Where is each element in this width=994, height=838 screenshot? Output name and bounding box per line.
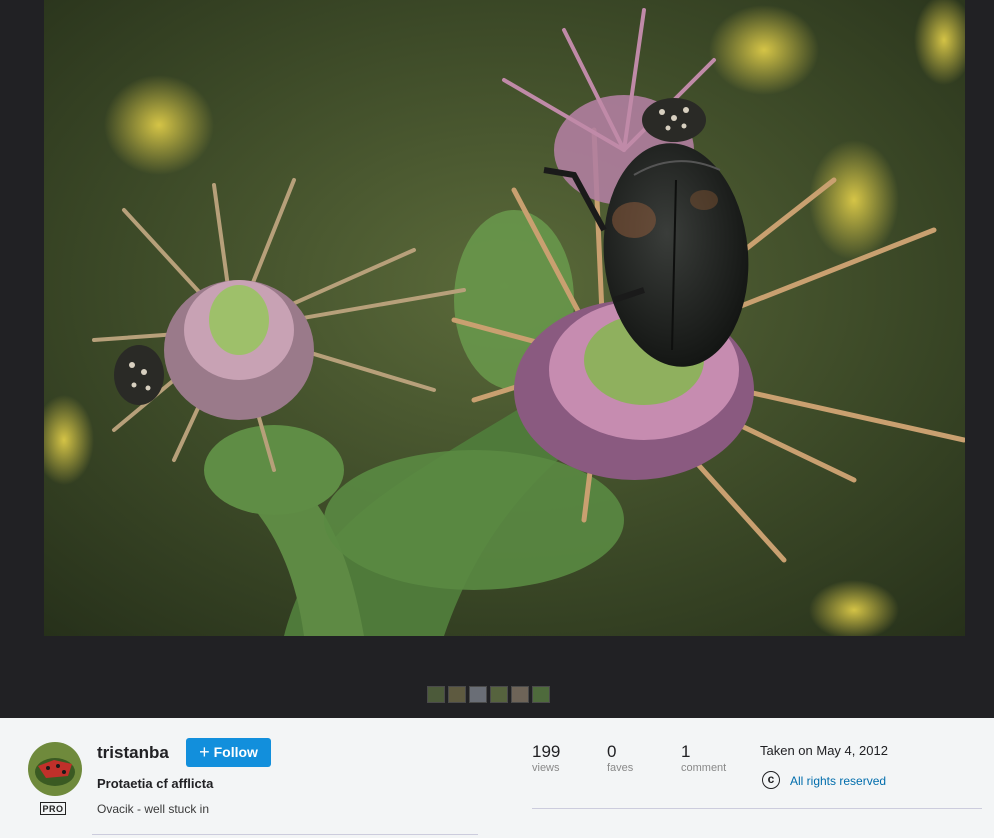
photo-viewer (0, 0, 994, 718)
filmstrip-thumbnail[interactable] (469, 686, 487, 703)
views-label: views (532, 762, 560, 774)
photo-image (44, 0, 965, 636)
divider (92, 834, 478, 835)
faves-stat: 0 faves (607, 742, 633, 774)
photo-description: Ovacik - well stuck in (97, 802, 210, 816)
faves-label: faves (607, 762, 634, 774)
taken-date[interactable]: Taken on May 4, 2012 (760, 743, 888, 758)
comments-label: comment (681, 762, 727, 774)
filmstrip-thumbnail[interactable] (532, 686, 550, 703)
views-stat: 199 views (532, 742, 560, 774)
avatar[interactable] (28, 742, 82, 796)
owner-username[interactable]: tristanba (97, 743, 169, 763)
follow-button[interactable]: + Follow (186, 738, 271, 767)
plus-icon: + (199, 742, 210, 762)
comments-count: 1 (681, 742, 691, 761)
main-photo[interactable] (44, 0, 965, 636)
faves-count: 0 (607, 742, 617, 761)
filmstrip-thumbnail[interactable] (448, 686, 466, 703)
pro-badge: PRO (40, 802, 66, 815)
comments-stat[interactable]: 1 comment (681, 742, 726, 774)
views-count: 199 (532, 742, 561, 761)
filmstrip-thumbnail[interactable] (427, 686, 445, 703)
copyright-icon: c (762, 771, 780, 789)
divider (532, 808, 982, 809)
filmstrip-thumbnail[interactable] (490, 686, 508, 703)
photo-title: Protaetia cf afflicta (97, 776, 214, 791)
follow-label: Follow (213, 744, 258, 760)
filmstrip-thumbnail[interactable] (511, 686, 529, 703)
license-link[interactable]: All rights reserved (790, 774, 886, 788)
filmstrip (427, 686, 550, 703)
